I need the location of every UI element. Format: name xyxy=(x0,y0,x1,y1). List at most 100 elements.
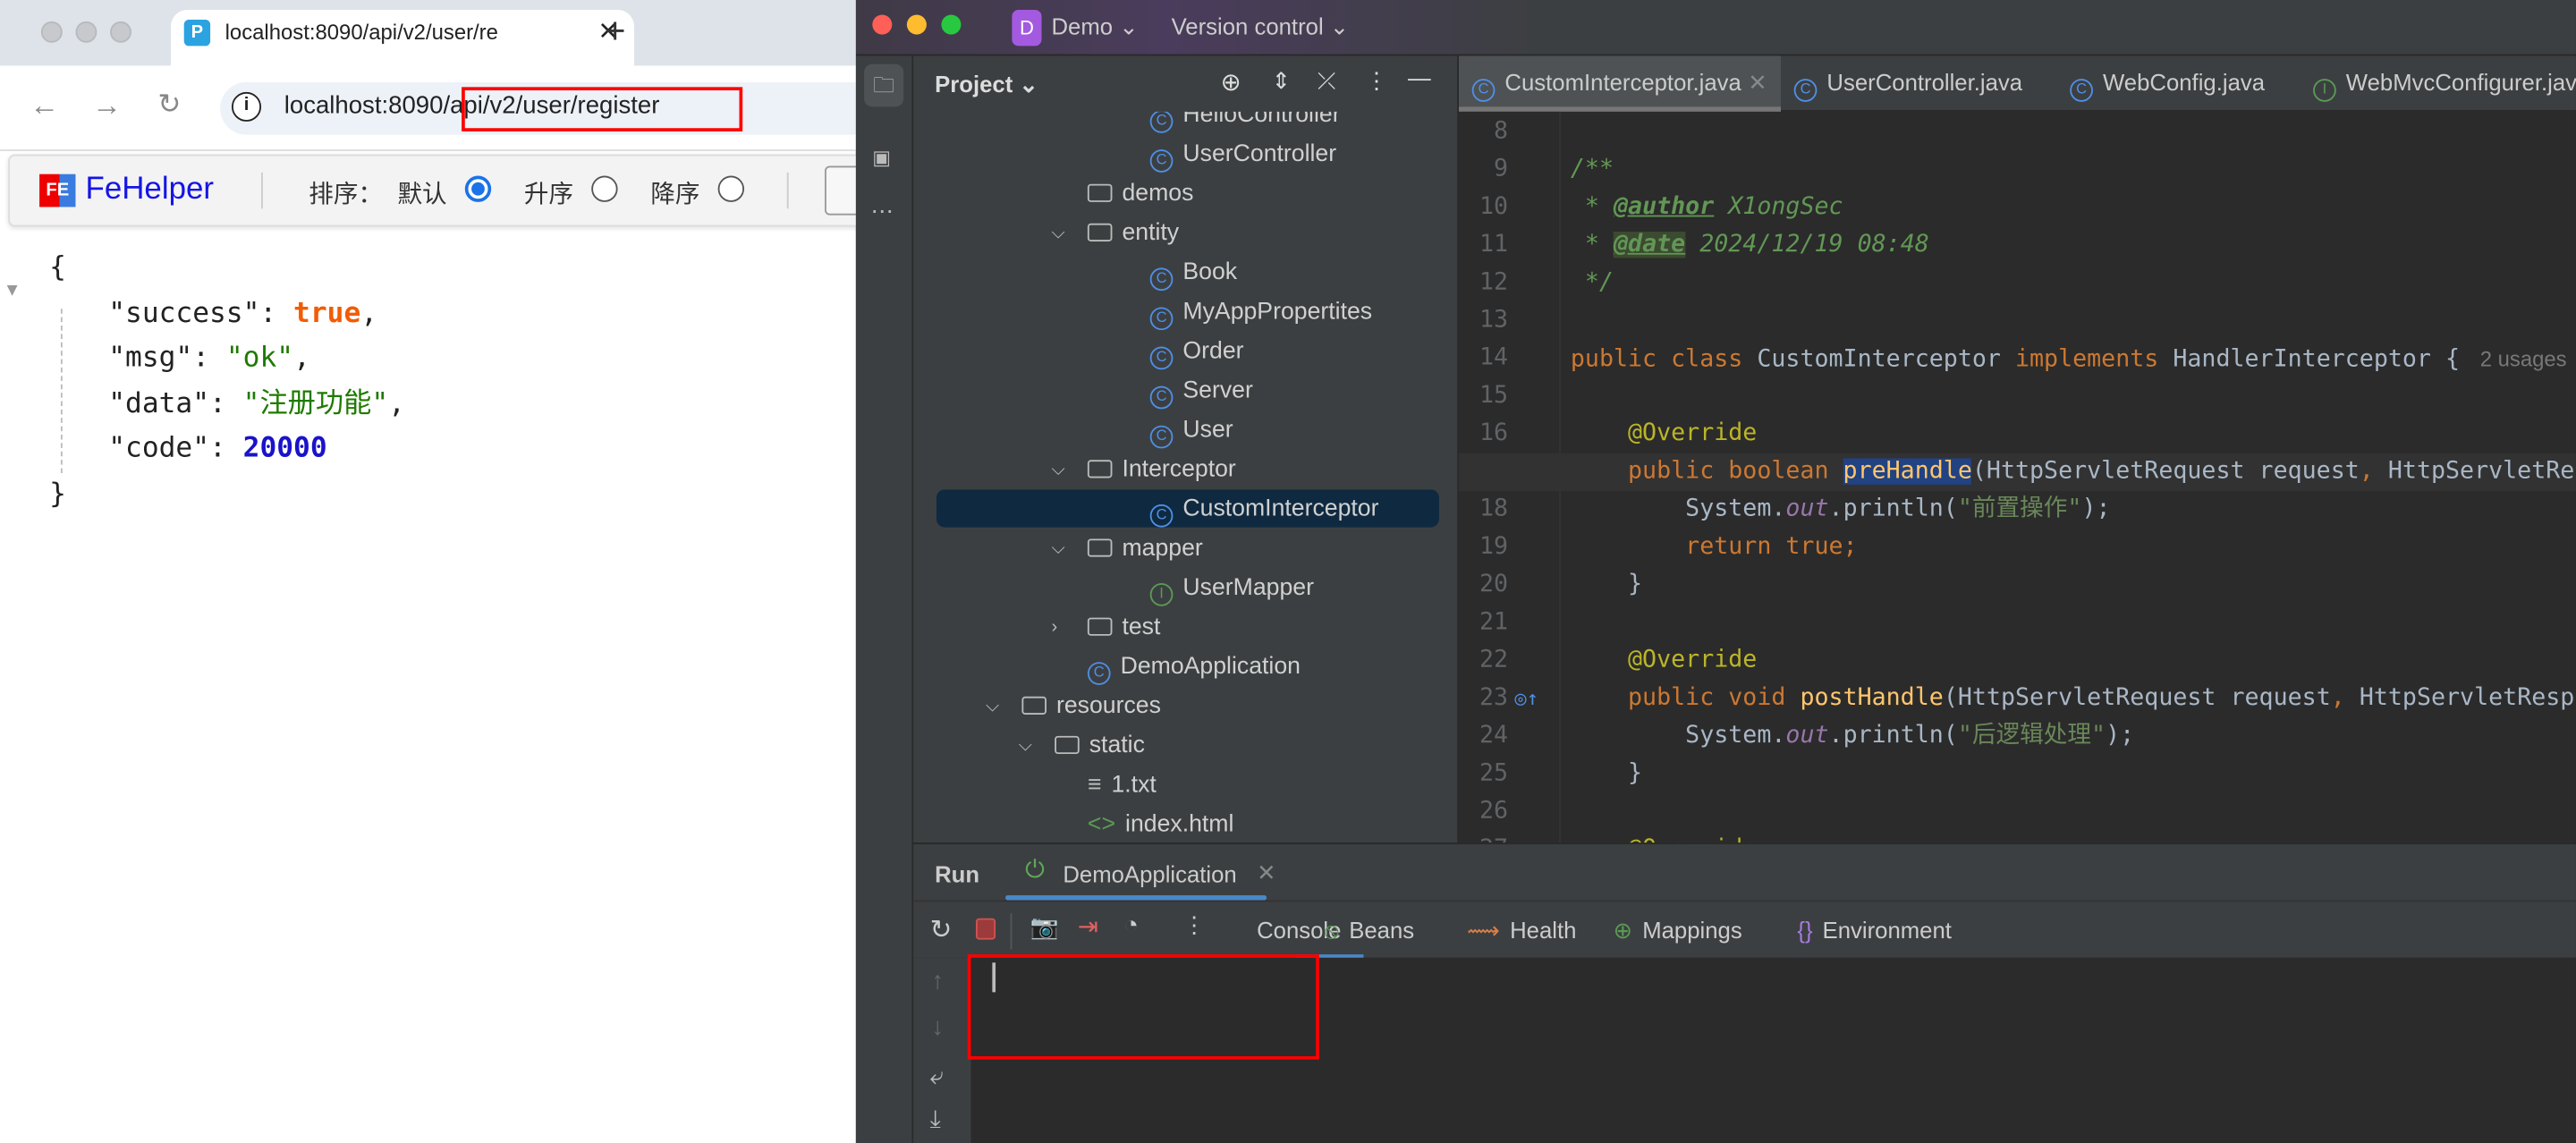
editor-tab[interactable]: C UserController.java xyxy=(1781,55,2057,111)
scroll-down-icon[interactable]: ↓ xyxy=(931,1013,944,1041)
fehelper-button[interactable] xyxy=(825,165,856,216)
folder-icon xyxy=(1055,735,1080,755)
scroll-to-end-icon[interactable]: ⤓ xyxy=(930,1105,941,1133)
close-tab-icon[interactable]: ✕ xyxy=(1748,69,1767,95)
browser-tab[interactable]: P localhost:8090/api/v2/user/re ✕ xyxy=(171,10,634,66)
camera-icon[interactable]: 📷 xyxy=(1030,913,1059,941)
run-tab-health[interactable]: ⟿ Health xyxy=(1467,917,1576,944)
close-run-tab-icon[interactable]: ✕ xyxy=(1257,859,1276,887)
run-tab-mappings[interactable]: ⊕ Mappings xyxy=(1614,917,1742,944)
tree-item[interactable]: ⌵ mapper xyxy=(1051,529,1202,568)
editor-tab[interactable]: C CustomInterceptor.java ✕ xyxy=(1458,55,1781,112)
back-icon[interactable]: ← xyxy=(30,89,59,123)
tree-item[interactable]: demos xyxy=(1087,174,1193,214)
code-editor[interactable]: 891011121314151617◎↑181920212223◎↑242526… xyxy=(1458,111,2576,862)
package-icon xyxy=(1087,460,1113,478)
dashboard-icon[interactable]: ◔ xyxy=(1123,911,1139,939)
code-token: (HttpServletRequest request xyxy=(1943,684,2331,712)
tree-item[interactable]: C Server xyxy=(1149,371,1253,411)
expand-all-icon[interactable]: ⇕ xyxy=(1272,67,1292,95)
structure-icon[interactable]: ▣ xyxy=(872,146,891,169)
collapse-all-icon[interactable]: ⤫ xyxy=(1318,67,1336,95)
health-icon: ⟿ xyxy=(1467,916,1501,944)
code-line: * @date 2024/12/19 08:48 xyxy=(1571,226,1929,264)
tree-item[interactable]: C CustomInterceptor xyxy=(1149,489,1379,529)
code-token: (HttpServletRequest request xyxy=(1971,458,2360,485)
tree-item[interactable]: C MyAppPropertites xyxy=(1149,292,1372,332)
json-comma: , xyxy=(293,342,310,375)
sort-default-radio[interactable] xyxy=(464,175,492,202)
window-close-button[interactable] xyxy=(40,21,63,43)
divider xyxy=(1010,913,1013,950)
ide-window: D Demo ⌄ Version control ⌄ 🗀 ▣ ⋯ Project… xyxy=(855,0,2576,1143)
zoom-window-button[interactable] xyxy=(941,14,962,35)
resources-folder-icon xyxy=(1021,696,1046,715)
tree-item[interactable]: ≡ 1.txt xyxy=(1088,766,1157,805)
minimize-window-button[interactable] xyxy=(906,14,927,35)
tree-item[interactable]: C User xyxy=(1149,411,1233,450)
tree-item[interactable]: C Order xyxy=(1149,332,1244,371)
tree-item[interactable]: I UserMapper xyxy=(1149,568,1314,607)
options-icon[interactable]: ⋮ xyxy=(1365,67,1388,95)
tree-item[interactable]: › test xyxy=(1051,608,1160,648)
editor-tab[interactable]: I WebMvcConfigurer.java xyxy=(2300,55,2576,111)
code-token: } xyxy=(1570,572,1643,598)
run-tab-beans[interactable]: ⦸ Beans xyxy=(1324,917,1414,944)
window-minimize-button[interactable] xyxy=(75,21,97,43)
json-value: 20000 xyxy=(242,432,327,465)
tree-item[interactable]: ⌵ Interceptor xyxy=(1051,450,1235,489)
run-config-tab[interactable]: DemoApplication xyxy=(1063,860,1236,886)
project-panel-header: Project ⌄ ⊕ ⇕ ⤫ ⋮ — xyxy=(913,55,1459,111)
hide-panel-icon[interactable]: — xyxy=(1408,64,1431,90)
rerun-icon[interactable]: ↻ xyxy=(930,913,953,946)
tree-item[interactable]: ⌵ static xyxy=(1019,726,1145,766)
stop-icon[interactable] xyxy=(975,918,996,940)
chevron-right-icon[interactable]: › xyxy=(1051,608,1057,648)
project-panel-title[interactable]: Project ⌄ xyxy=(935,71,1038,98)
more-tools-icon[interactable]: ⋯ xyxy=(870,197,894,224)
chevron-down-icon[interactable]: ⌵ xyxy=(1019,726,1032,766)
run-tab-environment[interactable]: {} Environment xyxy=(1797,917,1952,943)
window-zoom-button[interactable] xyxy=(110,21,131,43)
sort-desc-radio[interactable] xyxy=(717,175,745,202)
scroll-up-icon[interactable]: ↑ xyxy=(931,968,944,995)
code-token: public class xyxy=(1570,346,1758,373)
soft-wrap-icon[interactable]: ⤶ xyxy=(930,1063,944,1090)
json-viewer: { "success": true, "msg": "ok", "data": "注… xyxy=(0,247,405,518)
vcs-selector[interactable]: Version control ⌄ xyxy=(1172,13,1350,41)
close-window-button[interactable] xyxy=(872,14,893,35)
tree-item[interactable]: C HelloController xyxy=(1149,111,1341,135)
editor-tab[interactable]: C WebConfig.java xyxy=(2057,55,2301,111)
tree-item-label: 1.txt xyxy=(1111,772,1157,799)
site-info-icon[interactable]: i xyxy=(231,91,262,122)
chevron-down-icon[interactable]: ⌵ xyxy=(1051,529,1064,568)
run-tab-label: Beans xyxy=(1349,916,1415,944)
panel-title-text: Project xyxy=(935,70,1013,97)
package-icon xyxy=(1087,538,1113,557)
chevron-down-icon[interactable]: ⌵ xyxy=(1051,214,1064,253)
chevron-down-icon[interactable]: ⌵ xyxy=(1051,450,1064,489)
tree-item[interactable]: C DemoApplication xyxy=(1087,648,1301,687)
reload-icon[interactable]: ↻ xyxy=(157,89,181,122)
exit-icon[interactable]: ⇥ xyxy=(1078,911,1098,941)
code-token: 2 usages xyxy=(2474,346,2567,372)
package-icon xyxy=(1087,617,1113,636)
new-tab-icon[interactable]: + xyxy=(605,10,626,53)
json-open-brace: { xyxy=(49,251,66,284)
locate-icon[interactable]: ⊕ xyxy=(1221,67,1241,97)
code-line: System.out.println("后逻辑处理"); xyxy=(1571,718,2134,756)
more-icon[interactable]: ⋮ xyxy=(1182,911,1206,939)
tree-item[interactable]: ⌵ entity xyxy=(1051,214,1179,253)
tree-item[interactable]: C UserController xyxy=(1149,135,1336,174)
tree-item[interactable]: ⌵ resources xyxy=(986,687,1161,726)
json-entry: "code": 20000 xyxy=(0,428,405,473)
forward-icon[interactable]: → xyxy=(92,89,122,123)
spring-app-class-icon: C xyxy=(1087,662,1111,685)
chevron-down-icon[interactable]: ⌵ xyxy=(986,687,999,726)
project-selector[interactable]: Demo ⌄ xyxy=(1051,13,1138,41)
project-folder-icon[interactable]: 🗀 xyxy=(864,64,904,107)
tree-item[interactable]: C Book xyxy=(1149,253,1237,292)
sort-asc-radio[interactable] xyxy=(591,175,618,202)
class-icon: C xyxy=(1149,346,1174,370)
tree-item[interactable]: <> index.html xyxy=(1088,805,1234,842)
